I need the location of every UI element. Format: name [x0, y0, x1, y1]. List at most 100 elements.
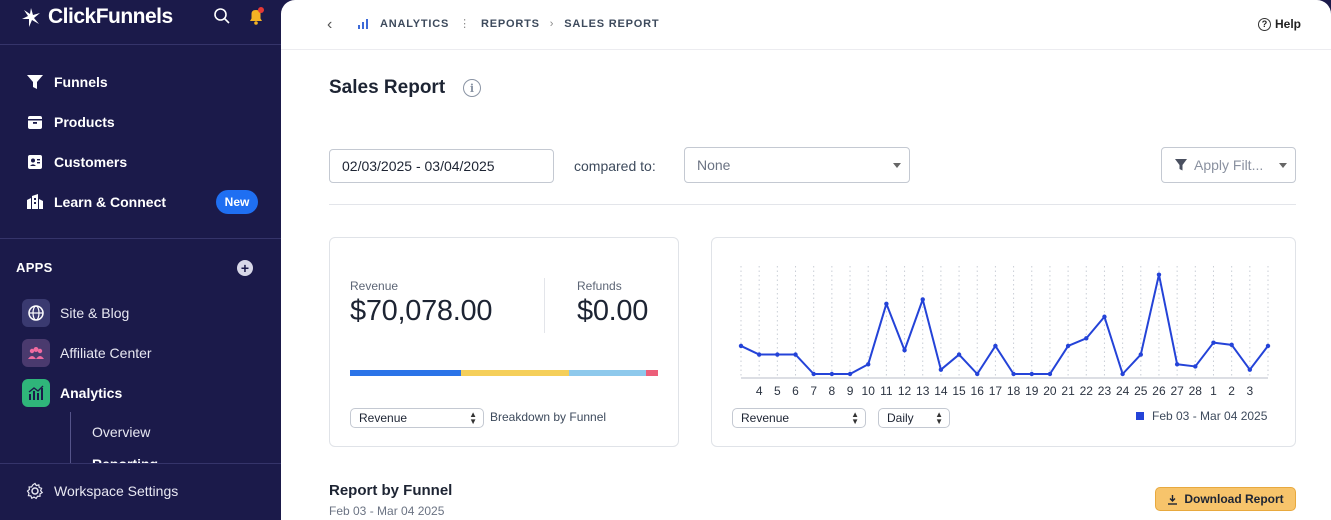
gear-icon	[26, 482, 44, 500]
breadcrumb-separator-icon: ⋮	[459, 18, 471, 30]
data-point	[738, 343, 744, 349]
x-tick-label: 26	[1152, 384, 1166, 398]
back-chevron-icon[interactable]: ‹	[327, 16, 332, 34]
date-range-input[interactable]: 02/03/2025 - 03/04/2025	[329, 149, 554, 183]
data-point	[956, 352, 962, 357]
x-tick-label: 4	[756, 384, 763, 398]
chart-legend: Feb 03 - Mar 04 2025	[1136, 409, 1267, 423]
data-point	[938, 367, 944, 372]
up-down-caret-icon: ▲ ▼	[469, 410, 477, 426]
data-point	[1084, 336, 1089, 341]
caret-down-icon	[1279, 163, 1287, 168]
sidebar-item-site-blog[interactable]: Site & Blog	[22, 299, 129, 327]
data-point	[1211, 340, 1216, 345]
add-app-icon[interactable]: +	[237, 260, 253, 276]
breadcrumb: ANALYTICS ⋮ REPORTS › SALES REPORT	[357, 17, 659, 30]
bell-icon[interactable]	[246, 6, 266, 26]
sidebar-item-label: Affiliate Center	[60, 345, 152, 361]
workspace-settings[interactable]: Workspace Settings	[26, 482, 178, 500]
info-icon[interactable]: i	[463, 79, 481, 97]
x-tick-label: 24	[1116, 384, 1130, 398]
breadcrumb-reports[interactable]: REPORTS	[481, 18, 540, 30]
report-by-funnel-subtitle: Feb 03 - Mar 04 2025	[329, 504, 445, 518]
breadcrumb-analytics[interactable]: ANALYTICS	[380, 18, 449, 30]
subnav-item-overview[interactable]: Overview	[92, 424, 150, 440]
data-point	[866, 362, 871, 367]
legend-swatch	[1136, 412, 1144, 420]
box-icon	[28, 116, 42, 129]
sidebar-item-affiliate-center[interactable]: Affiliate Center	[22, 339, 152, 367]
data-point	[1011, 371, 1016, 377]
sidebar-item-label: Funnels	[54, 74, 108, 90]
data-point	[1065, 343, 1071, 349]
revenue-line-chart: 4 5 6 7 8 9 10 11 12 13 14 15 16 17 18 19 20 21 22 23 24 25 26…	[738, 266, 1271, 398]
globe-icon	[22, 299, 50, 327]
sidebar-divider	[0, 44, 282, 45]
data-point	[884, 301, 889, 306]
x-tick-label: 21	[1061, 384, 1075, 398]
download-icon	[1168, 494, 1178, 505]
data-point	[1102, 314, 1107, 319]
summary-metric-select[interactable]: Revenue ▲ ▼	[350, 408, 484, 428]
building-icon	[27, 194, 43, 209]
compared-to-select[interactable]: None	[684, 147, 910, 183]
data-point	[1138, 352, 1143, 357]
revenue-value: $70,078.00	[350, 295, 493, 327]
chart-interval-select[interactable]: Daily ▲ ▼	[878, 408, 950, 428]
x-tick-label: 9	[847, 384, 854, 398]
data-point	[1156, 272, 1162, 277]
data-point	[1193, 364, 1198, 369]
help-label: Help	[1274, 17, 1301, 31]
sidebar-item-label: Analytics	[60, 385, 123, 401]
download-report-button[interactable]: Download Report	[1155, 487, 1296, 511]
help-button[interactable]: ? Help	[1257, 17, 1301, 31]
refunds-value: $0.00	[577, 295, 649, 327]
question-circle-icon: ?	[1257, 17, 1271, 31]
sidebar-item-customers[interactable]: Customers	[26, 150, 127, 174]
data-point	[975, 371, 980, 377]
sidebar-divider	[0, 463, 282, 464]
x-tick-label: 18	[1007, 384, 1021, 398]
x-tick-label: 2	[1228, 384, 1235, 398]
data-point	[1047, 371, 1053, 377]
x-tick-label: 13	[916, 384, 930, 398]
chart-metric-select[interactable]: Revenue ▲ ▼	[732, 408, 866, 428]
sidebar-item-products[interactable]: Products	[26, 110, 115, 134]
x-tick-label: 17	[989, 384, 1003, 398]
sidebar-item-label: Learn & Connect	[54, 194, 167, 210]
breadcrumb-sales-report: SALES REPORT	[564, 17, 660, 30]
x-tick-label: 10	[862, 384, 876, 398]
data-point	[775, 352, 780, 357]
sidebar-item-funnels[interactable]: Funnels	[26, 70, 108, 94]
data-point	[811, 371, 816, 377]
main-panel: ‹ ANALYTICS ⋮ REPORTS › SALES REPORT ? H…	[281, 0, 1331, 520]
filters-divider	[329, 204, 1296, 205]
people-icon	[22, 339, 50, 367]
sidebar-item-label: Customers	[54, 154, 128, 170]
x-tick-label: 12	[898, 384, 912, 398]
x-tick-label: 15	[952, 384, 966, 398]
legend-label: Feb 03 - Mar 04 2025	[1152, 409, 1268, 423]
chart-metric-value: Revenue	[741, 411, 790, 425]
summary-metric-value: Revenue	[359, 411, 408, 425]
sidebar-item-analytics[interactable]: Analytics	[22, 379, 122, 407]
x-tick-label: 8	[829, 384, 836, 398]
brand-logo[interactable]: ClickFunnels	[20, 4, 173, 30]
revenue-label: Revenue	[350, 279, 399, 293]
clickfunnels-logo-icon	[22, 8, 40, 27]
sidebar: ClickFunnels Funnels Products Customers …	[0, 0, 282, 520]
report-by-funnel-title: Report by Funnel	[329, 482, 453, 499]
page-title: Sales Report	[329, 77, 446, 98]
x-tick-label: 23	[1098, 384, 1112, 398]
apply-filters-select[interactable]: Apply Filt...	[1161, 147, 1296, 183]
data-point	[902, 348, 907, 353]
sidebar-item-label: Site & Blog	[60, 305, 130, 321]
breakdown-segment-4	[645, 370, 658, 376]
up-down-caret-icon: ▲ ▼	[851, 410, 859, 426]
sidebar-item-learn-connect[interactable]: Learn & Connect	[26, 190, 166, 214]
chart-icon	[22, 379, 50, 407]
breakdown-segment-2	[460, 370, 569, 376]
x-tick-label: 1	[1210, 384, 1217, 398]
search-icon[interactable]	[212, 6, 232, 26]
apply-filters-label: Apply Filt...	[1194, 157, 1264, 173]
